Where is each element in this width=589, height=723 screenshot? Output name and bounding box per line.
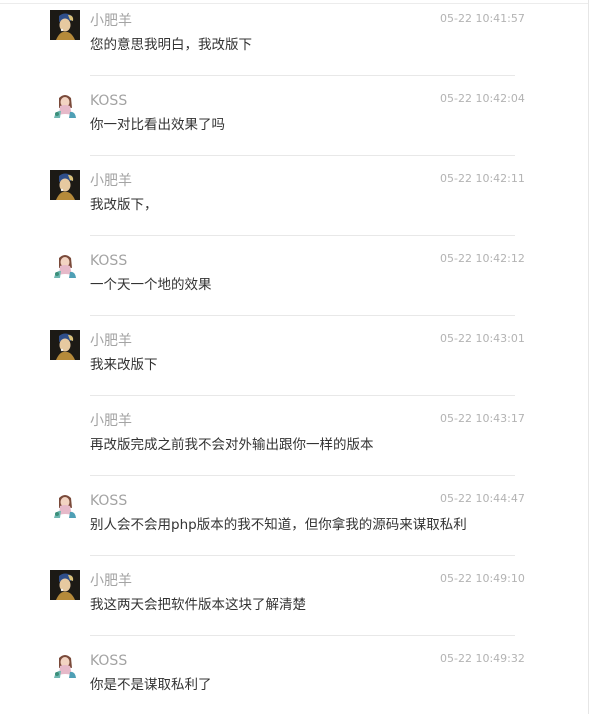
pearl-earring-portrait-icon [50,170,80,200]
sender-name[interactable]: 小肥羊 [90,572,132,590]
avatar-koss[interactable] [50,90,80,120]
message-timestamp: 05-22 10:49:10 [440,572,525,585]
message-item: 小肥羊 05-22 10:42:11 我改版下， [0,163,589,243]
pearl-earring-portrait-icon [50,330,80,360]
message-timestamp: 05-22 10:42:11 [440,172,525,185]
message-divider [90,75,515,76]
message-text: 你是不是谋取私利了 [90,677,212,693]
message-text: 我来改版下 [90,357,158,373]
message-text: 你一对比看出效果了吗 [90,117,225,133]
pearl-earring-portrait-icon [50,570,80,600]
sender-name[interactable]: 小肥羊 [90,412,132,430]
sender-name[interactable]: KOSS [90,492,127,510]
message-divider [90,155,515,156]
avatar-koss[interactable] [50,650,80,680]
message-divider [90,315,515,316]
avatar-xiaofeiyang[interactable] [50,570,80,600]
message-text: 我改版下， [90,197,158,213]
avatar-koss[interactable] [50,490,80,520]
message-divider [90,395,515,396]
message-timestamp: 05-22 10:49:32 [440,652,525,665]
avatar-xiaofeiyang[interactable] [50,10,80,40]
message-text: 一个天一个地的效果 [90,277,212,293]
message-item: 小肥羊 05-22 10:43:01 我来改版下 [0,323,589,403]
message-item: KOSS 05-22 10:49:32 你是不是谋取私利了 [0,643,589,723]
message-timestamp: 05-22 10:42:12 [440,252,525,265]
cartoon-girl-avatar-icon [50,490,80,520]
message-text: 您的意思我明白，我改版下 [90,37,252,53]
cartoon-girl-avatar-icon [50,90,80,120]
sender-name[interactable]: 小肥羊 [90,172,132,190]
sender-name[interactable]: KOSS [90,92,127,110]
message-text: 再改版完成之前我不会对外输出跟你一样的版本 [90,437,374,453]
message-timestamp: 05-22 10:41:57 [440,12,525,25]
sender-name[interactable]: 小肥羊 [90,332,132,350]
message-item: 小肥羊 05-22 10:41:57 您的意思我明白，我改版下 [0,3,589,83]
message-timestamp: 05-22 10:44:47 [440,492,525,505]
message-divider [90,635,515,636]
sender-name[interactable]: KOSS [90,652,127,670]
message-item: KOSS 05-22 10:44:47 别人会不会用php版本的我不知道，但你拿我的… [0,483,589,563]
cartoon-girl-avatar-icon [50,650,80,680]
message-timestamp: 05-22 10:43:17 [440,412,525,425]
sender-name[interactable]: KOSS [90,252,127,270]
message-item: 小肥羊 05-22 10:43:17 再改版完成之前我不会对外输出跟你一样的版本 [0,403,589,483]
message-text: 别人会不会用php版本的我不知道，但你拿我的源码来谋取私利 [90,517,467,533]
message-item: KOSS 05-22 10:42:04 你一对比看出效果了吗 [0,83,589,163]
message-timestamp: 05-22 10:43:01 [440,332,525,345]
avatar-xiaofeiyang[interactable] [50,330,80,360]
message-divider [90,555,515,556]
message-divider [90,235,515,236]
message-item: 小肥羊 05-22 10:49:10 我这两天会把软件版本这块了解清楚 [0,563,589,643]
cartoon-girl-avatar-icon [50,250,80,280]
pearl-earring-portrait-icon [50,10,80,40]
message-timestamp: 05-22 10:42:04 [440,92,525,105]
sender-name[interactable]: 小肥羊 [90,12,132,30]
avatar-koss[interactable] [50,250,80,280]
message-text: 我这两天会把软件版本这块了解清楚 [90,597,306,613]
message-divider [90,475,515,476]
message-item: KOSS 05-22 10:42:12 一个天一个地的效果 [0,243,589,323]
avatar-xiaofeiyang[interactable] [50,170,80,200]
